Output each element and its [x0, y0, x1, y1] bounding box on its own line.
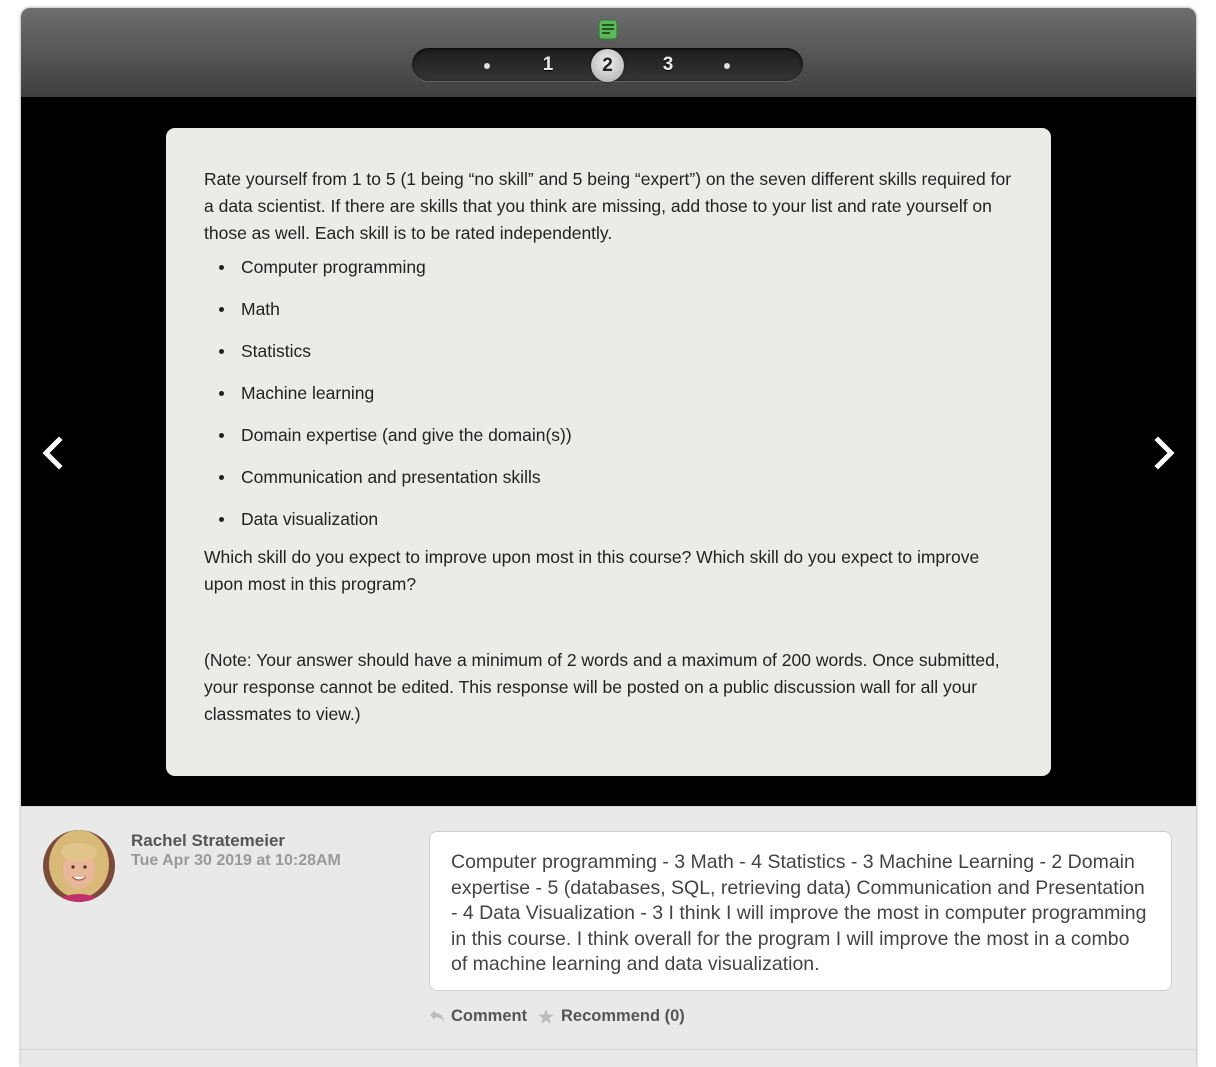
chevron-left-icon[interactable] — [38, 433, 68, 473]
response-text: Computer programming - 3 Math - 4 Statis… — [429, 831, 1172, 991]
response-section: Rachel Stratemeier Tue Apr 30 2019 at 10… — [21, 806, 1196, 1050]
pager-next-dot[interactable] — [724, 63, 730, 69]
list-item: Domain expertise (and give the domain(s)… — [219, 421, 1013, 463]
reply-arrow-icon — [430, 1010, 444, 1022]
prompt-question: Which skill do you expect to improve upo… — [204, 547, 980, 594]
avatar[interactable] — [43, 830, 115, 902]
comment-label: Comment — [451, 1007, 528, 1025]
author-name[interactable]: Rachel Stratemeier — [131, 831, 285, 851]
list-item: Computer programming — [219, 253, 1013, 295]
recommend-label: Recommend (0) — [561, 1007, 685, 1025]
prompt-intro: Rate yourself from 1 to 5 (1 being “no s… — [204, 169, 1012, 243]
document-icon — [598, 19, 618, 40]
prompt-card: Rate yourself from 1 to 5 (1 being “no s… — [166, 128, 1051, 776]
list-item: Machine learning — [219, 379, 1013, 421]
slideshow-frame: 1 2 3 Rate yourself from 1 to 5 (1 being… — [21, 8, 1196, 1067]
slide-pager: 1 2 3 — [412, 48, 803, 82]
post-timestamp: Tue Apr 30 2019 at 10:28AM — [131, 852, 341, 869]
pager-page-3[interactable]: 3 — [653, 51, 683, 79]
star-icon — [538, 1009, 554, 1024]
pager-page-2-active[interactable]: 2 — [591, 49, 624, 82]
chevron-right-icon[interactable] — [1149, 433, 1179, 473]
prompt-note: (Note: Your answer should have a minimum… — [204, 650, 1000, 724]
slideshow-header: 1 2 3 — [21, 8, 1196, 97]
slide-stage: Rate yourself from 1 to 5 (1 being “no s… — [21, 97, 1196, 806]
skills-list: Computer programming Math Statistics Mac… — [204, 253, 1013, 547]
pager-page-1[interactable]: 1 — [533, 51, 563, 79]
list-item: Data visualization — [219, 505, 1013, 547]
pager-prev-dot[interactable] — [484, 63, 490, 69]
list-item: Statistics — [219, 337, 1013, 379]
list-item: Communication and presentation skills — [219, 463, 1013, 505]
list-item: Math — [219, 295, 1013, 337]
